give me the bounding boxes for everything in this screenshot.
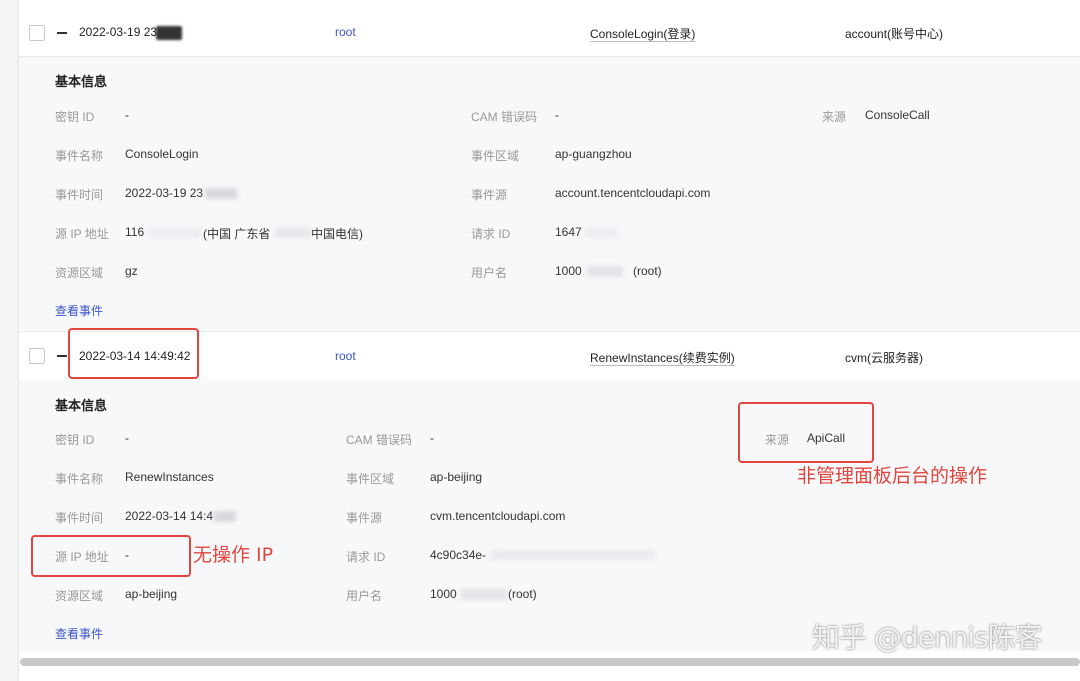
user-link[interactable]: root <box>335 349 356 363</box>
username-label: 用户名 <box>471 266 508 280</box>
service-name: account(账号中心) <box>845 27 944 41</box>
redacted-block <box>587 266 623 277</box>
event-name-value: ConsoleLogin <box>125 147 199 161</box>
event-time-value: 2022-03-19 23 <box>125 186 204 200</box>
request-id-value: 1647 <box>555 225 582 239</box>
redacted-block <box>491 550 655 560</box>
event-source-value: cvm.tencentcloudapi.com <box>430 509 566 523</box>
source-annotation: 非管理面板后台的操作 <box>797 465 988 487</box>
request-id-label: 请求 ID <box>471 227 511 241</box>
event-detail: 基本信息 密钥 ID - CAM 错误码 - 来源 ApiCall 事件名称 R… <box>19 379 1080 651</box>
cam-value: - <box>430 431 434 445</box>
ip-highlight-box <box>31 535 191 577</box>
event-time-label: 事件时间 <box>55 188 104 202</box>
event-source-label: 事件源 <box>346 511 383 525</box>
event-region-label: 事件区域 <box>346 472 395 486</box>
redacted-block <box>214 511 236 522</box>
event-detail: 基本信息 密钥 ID - CAM 错误码 - 来源 ConsoleCall 事件… <box>19 57 1080 330</box>
redacted-block <box>205 188 237 199</box>
event-name-label: 事件名称 <box>55 472 104 486</box>
cam-value: - <box>555 108 559 122</box>
source-value: ConsoleCall <box>865 108 930 122</box>
source-highlight-box <box>738 402 874 463</box>
view-event-link[interactable]: 查看事件 <box>55 302 103 319</box>
cam-label: CAM 错误码 <box>471 110 538 124</box>
event-source-label: 事件源 <box>471 188 508 202</box>
collapse-icon[interactable] <box>57 355 67 357</box>
username-suffix: (root) <box>633 264 662 278</box>
username-value: 1000 <box>430 587 457 601</box>
request-id-label: 请求 ID <box>346 550 386 564</box>
ip-geo-part-b: 中国电信) <box>311 227 363 241</box>
resource-region-label: 资源区域 <box>55 589 104 603</box>
secret-id-value: - <box>125 431 129 445</box>
service-name: cvm(云服务器) <box>845 351 923 365</box>
event-time: 2022-03-19 23 <box>79 25 158 39</box>
time-highlight-box <box>68 328 199 379</box>
detail-title: 基本信息 <box>55 74 108 89</box>
redacted-block <box>156 26 182 40</box>
event-time-value: 2022-03-14 14:4 <box>125 509 214 523</box>
username-suffix: (root) <box>508 587 537 601</box>
row-checkbox[interactable] <box>29 25 45 41</box>
row-checkbox[interactable] <box>29 348 45 364</box>
source-label: 来源 <box>822 110 847 124</box>
ip-annotation: 无操作 IP <box>193 544 274 566</box>
user-link[interactable]: root <box>335 25 356 39</box>
redacted-block <box>584 227 618 238</box>
event-name-value: RenewInstances <box>125 470 214 484</box>
redacted-block <box>149 227 201 238</box>
view-event-link[interactable]: 查看事件 <box>55 625 103 642</box>
secret-id-value: - <box>125 108 129 122</box>
resource-region-value: gz <box>125 264 138 278</box>
event-name-label: 事件名称 <box>55 149 104 163</box>
secret-id-label: 密钥 ID <box>55 433 95 447</box>
source-ip-value: 116 <box>125 225 145 239</box>
resource-region-label: 资源区域 <box>55 266 104 280</box>
ip-geo-part-a: (中国 广东省 <box>203 227 271 241</box>
watermark: 知乎 @dennis陈客 <box>812 621 1043 654</box>
redacted-block <box>275 227 311 238</box>
redacted-block <box>461 589 507 600</box>
table-row[interactable]: 2022-03-19 23 root ConsoleLogin(登录) acco… <box>19 8 1080 57</box>
request-id-value: 4c90c34e- <box>430 548 487 562</box>
event-source-value: account.tencentcloudapi.com <box>555 186 711 200</box>
event-name-link[interactable]: ConsoleLogin(登录) <box>590 25 695 42</box>
source-ip-label: 源 IP 地址 <box>55 227 109 241</box>
horizontal-scrollbar[interactable] <box>20 658 1080 666</box>
secret-id-label: 密钥 ID <box>55 110 95 124</box>
event-time-label: 事件时间 <box>55 511 104 525</box>
cam-label: CAM 错误码 <box>346 433 413 447</box>
event-region-value: ap-beijing <box>430 470 483 484</box>
event-region-value: ap-guangzhou <box>555 147 632 161</box>
username-label: 用户名 <box>346 589 383 603</box>
event-region-label: 事件区域 <box>471 149 520 163</box>
detail-title: 基本信息 <box>55 398 108 413</box>
resource-region-value: ap-beijing <box>125 587 178 601</box>
event-name-link[interactable]: RenewInstances(续费实例) <box>590 349 735 366</box>
collapse-icon[interactable] <box>57 32 67 34</box>
username-value: 1000 <box>555 264 582 278</box>
